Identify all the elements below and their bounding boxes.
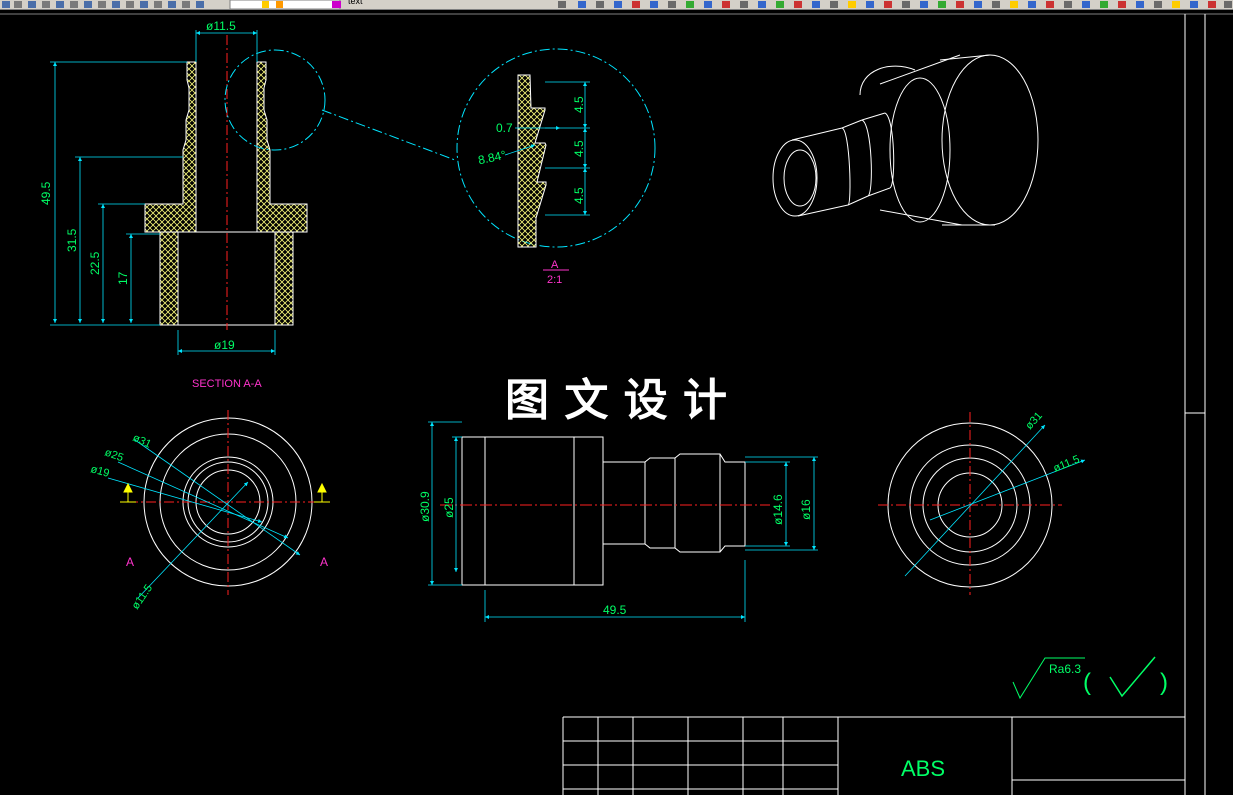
- detail-hatch-profile: [517, 74, 547, 248]
- material-label: ABS: [901, 756, 945, 781]
- section-label: SECTION A-A: [192, 378, 262, 390]
- right-view: ø31 ø11.5: [878, 410, 1086, 595]
- toolbar-layer-text: text: [348, 0, 363, 6]
- roughness-open-paren: (: [1083, 669, 1091, 696]
- side-length: 49.5: [603, 603, 627, 617]
- end-d19: ø19: [89, 463, 110, 480]
- end-d11-5: ø11.5: [130, 582, 155, 611]
- right-d11-5: ø11.5: [1052, 453, 1082, 474]
- dim-height-4: 17: [116, 271, 130, 285]
- roughness-close-paren: ): [1160, 669, 1168, 696]
- dim-overall-height: 49.5: [39, 181, 53, 205]
- dim-height-2: 31.5: [65, 228, 79, 252]
- toolbar: text: [0, 0, 1233, 10]
- isometric-view: [772, 54, 1039, 226]
- detail-angle: 8.84°: [477, 148, 508, 168]
- watermark-text: 图 文 设 计: [505, 375, 727, 426]
- end-d31: ø31: [131, 432, 153, 451]
- detail-view: 4.5 4.5 4.5 0.7 8.84° A 2:1: [456, 48, 656, 286]
- toolbar-right-icons[interactable]: [548, 0, 1233, 9]
- cut-label-left: A: [126, 555, 134, 569]
- side-view: ø30.9 ø25 ø14.6 ø16 49.5: [418, 421, 818, 622]
- dim-bottom-diameter: ø19: [214, 338, 235, 352]
- side-d14-6: ø14.6: [771, 494, 785, 525]
- detail-depth: 0.7: [496, 121, 513, 135]
- roughness-value: Ra6.3: [1049, 662, 1081, 676]
- title-block: [562, 716, 1185, 795]
- detail-label-letter: A: [551, 259, 559, 271]
- detail-step-1: 4.5: [572, 96, 586, 113]
- detail-step-3: 4.5: [572, 187, 586, 204]
- dim-height-3: 22.5: [88, 251, 102, 275]
- detail-label-scale: 2:1: [547, 274, 562, 286]
- side-d16: ø16: [799, 499, 813, 520]
- end-view: ø31 ø25 ø19 ø11.5 A A: [89, 410, 330, 612]
- dim-top-diameter: ø11.5: [206, 19, 236, 33]
- section-view: ø11.5 49.5 31.5 22.5 17 ø19 SECTION A-A: [39, 19, 456, 390]
- section-hatch-left: [144, 61, 197, 326]
- detail-step-2: 4.5: [572, 140, 586, 157]
- detail-marker-circle: [224, 49, 326, 151]
- drawing-canvas[interactable]: ø11.5 49.5 31.5 22.5 17 ø19 SECTION A-A …: [0, 10, 1233, 795]
- surface-roughness: Ra6.3 ( ): [1012, 656, 1168, 700]
- side-d25: ø25: [442, 497, 456, 518]
- end-d25: ø25: [103, 447, 125, 465]
- section-hatch-right: [256, 61, 308, 326]
- side-d30-9: ø30.9: [418, 491, 432, 522]
- detail-circle: [456, 48, 656, 248]
- cut-label-right: A: [320, 555, 328, 569]
- toolbar-left-icons[interactable]: [0, 0, 560, 9]
